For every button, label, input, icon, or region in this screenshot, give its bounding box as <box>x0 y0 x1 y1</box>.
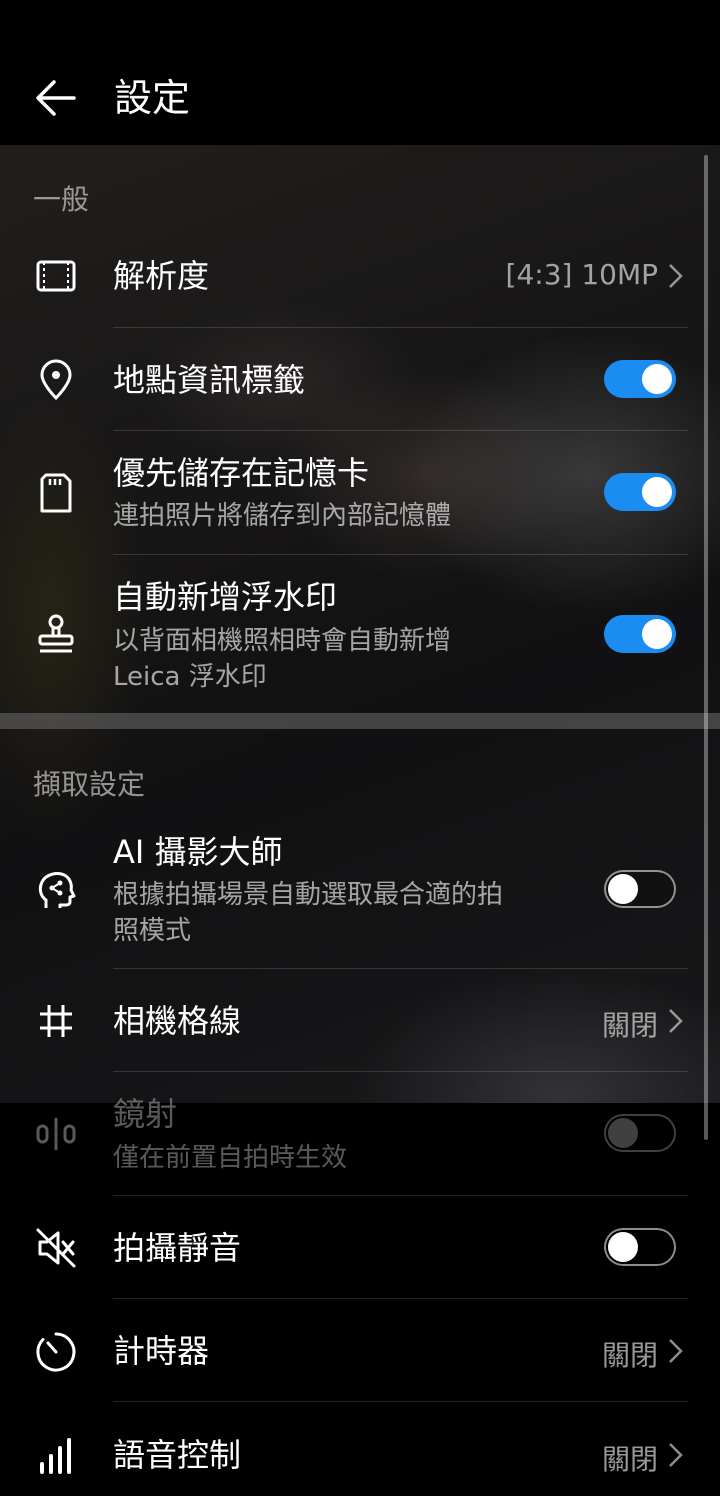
setting-description-line2: 照模式 <box>113 916 192 946</box>
toggle-knob <box>642 477 672 507</box>
toggle-knob <box>642 364 672 394</box>
chevron-right-icon <box>669 1339 683 1363</box>
stamp-icon <box>34 612 78 656</box>
app-header: 設定 <box>0 0 720 145</box>
page-title: 設定 <box>114 76 191 120</box>
watermark-toggle[interactable] <box>604 615 676 653</box>
location-pin-icon <box>34 358 78 402</box>
save-sd-toggle[interactable] <box>604 473 676 511</box>
setting-resolution[interactable]: 解析度 [4:3] 10MP <box>0 225 720 327</box>
mute-toggle[interactable] <box>604 1228 676 1266</box>
setting-label: 相機格線 <box>113 1002 242 1040</box>
setting-value: 關閉 <box>601 1443 658 1476</box>
ai-master-toggle[interactable] <box>604 870 676 908</box>
setting-description-line1: 根據拍攝場景自動選取最合適的拍 <box>113 880 504 910</box>
setting-mute[interactable]: 拍攝靜音 <box>0 1196 720 1298</box>
back-arrow-icon <box>36 80 76 116</box>
setting-label: 優先儲存在記憶卡 <box>113 454 370 492</box>
setting-description: 連拍照片將儲存到內部記憶體 <box>113 501 452 531</box>
setting-save-sd[interactable]: 優先儲存在記憶卡 連拍照片將儲存到內部記憶體 <box>0 431 720 554</box>
mute-icon <box>34 1226 78 1270</box>
setting-grid[interactable]: 相機格線 關閉 <box>0 969 720 1071</box>
back-button[interactable] <box>28 70 84 126</box>
setting-label: 地點資訊標籤 <box>113 361 306 399</box>
setting-label: 解析度 <box>113 257 210 295</box>
setting-label: AI 攝影大師 <box>113 833 283 871</box>
toggle-knob <box>608 1118 638 1148</box>
preview-split-bar <box>0 713 720 729</box>
toggle-knob <box>608 1232 638 1262</box>
setting-label: 拍攝靜音 <box>113 1229 242 1267</box>
section-title-capture: 擷取設定 <box>33 768 146 801</box>
toggle-knob <box>608 874 638 904</box>
setting-label: 計時器 <box>113 1332 210 1370</box>
setting-description: 僅在前置自拍時生效 <box>113 1143 348 1173</box>
setting-value: 關閉 <box>601 1009 658 1042</box>
timer-icon <box>34 1330 78 1374</box>
setting-watermark[interactable]: 自動新增浮水印 以背面相機照相時會自動新增 Leica 浮水印 <box>0 555 720 713</box>
chevron-right-icon <box>669 1009 683 1033</box>
setting-timer[interactable]: 計時器 關閉 <box>0 1299 720 1401</box>
ai-head-icon <box>34 868 78 912</box>
chevron-right-icon <box>669 1443 683 1467</box>
setting-mirror[interactable]: 鏡射 僅在前置自拍時生效 <box>0 1072 720 1195</box>
setting-description-line2: Leica 浮水印 <box>113 662 267 692</box>
setting-ai-master[interactable]: AI 攝影大師 根據拍攝場景自動選取最合適的拍 照模式 <box>0 812 720 968</box>
toggle-knob <box>642 619 672 649</box>
mirror-toggle[interactable] <box>604 1114 676 1152</box>
sd-card-icon <box>34 471 78 515</box>
setting-location-tag[interactable]: 地點資訊標籤 <box>0 328 720 430</box>
section-title-general: 一般 <box>33 183 90 216</box>
location-tag-toggle[interactable] <box>604 360 676 398</box>
setting-value: [4:3] 10MP <box>505 258 658 291</box>
setting-label: 語音控制 <box>113 1436 242 1474</box>
setting-description-line1: 以背面相機照相時會自動新增 <box>113 626 452 656</box>
setting-value: 關閉 <box>601 1339 658 1372</box>
setting-label: 鏡射 <box>113 1095 178 1133</box>
voice-bars-icon <box>34 1434 78 1478</box>
setting-label: 自動新增浮水印 <box>113 578 338 616</box>
setting-voice-control[interactable]: 語音控制 關閉 <box>0 1402 720 1496</box>
mirror-icon <box>34 1112 78 1156</box>
resolution-icon <box>34 254 78 298</box>
grid-icon <box>34 999 78 1043</box>
chevron-right-icon <box>669 264 683 288</box>
